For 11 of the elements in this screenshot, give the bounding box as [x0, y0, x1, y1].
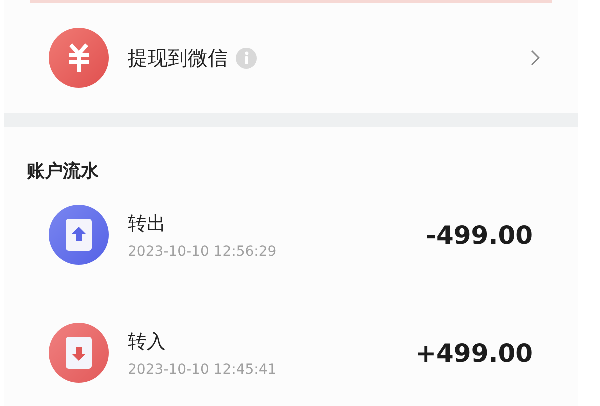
chevron-right-icon[interactable] [531, 50, 540, 66]
transaction-title: 转出 [128, 212, 167, 236]
transaction-time: 2023-10-10 12:45:41 [128, 362, 278, 378]
transaction-amount: +499.00 [416, 338, 533, 368]
section-title: 账户流水 [27, 160, 100, 183]
transaction-time: 2023-10-10 12:56:29 [128, 244, 278, 260]
download-icon [66, 337, 92, 369]
upload-icon [66, 219, 92, 251]
withdraw-label[interactable]: 提现到微信 [128, 44, 228, 72]
transaction-title: 转入 [128, 330, 167, 354]
transaction-amount: -499.00 [426, 220, 533, 250]
